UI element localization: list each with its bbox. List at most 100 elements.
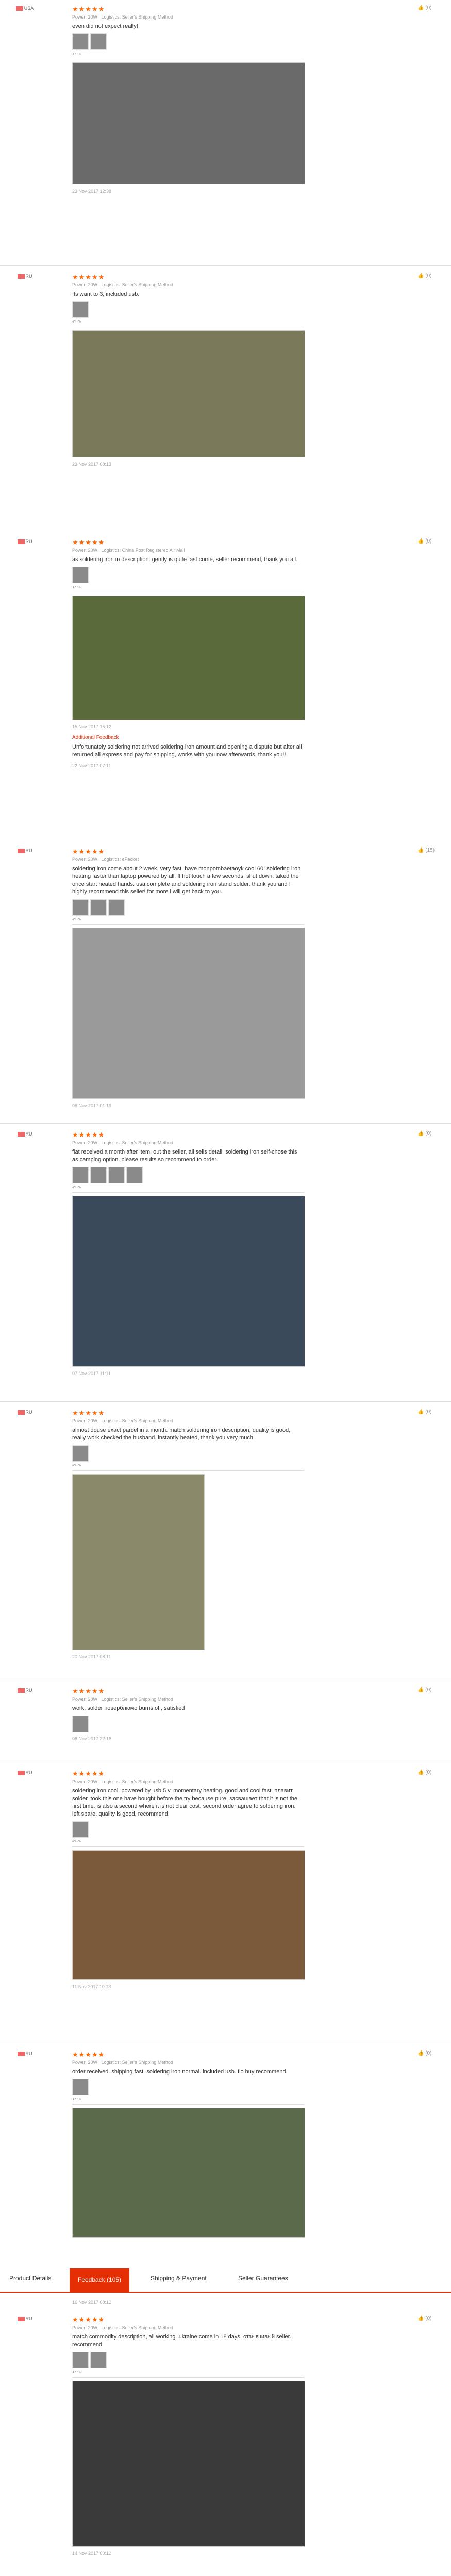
photo-thumbnail[interactable]: [72, 301, 89, 318]
like-icon[interactable]: ↶: [72, 1463, 76, 1468]
star-rating: ★★★★★: [72, 273, 105, 281]
review-body: ★★★★★ Power: 20W Logistics: Seller's Shi…: [72, 1131, 305, 1376]
thumbnails: [72, 567, 304, 583]
rotate-icon[interactable]: ↷: [77, 585, 81, 590]
reviewer: RU: [14, 1687, 35, 1693]
helpful-count[interactable]: 👍 (0): [417, 273, 431, 279]
review-actions: ↶ ↷: [72, 2097, 304, 2105]
review-text: Its want to 3, included usb.: [72, 291, 140, 297]
helpful-count[interactable]: 👍 (15): [417, 848, 435, 853]
review-meta: Power: 20W Logistics: Seller's Shipping …: [72, 282, 173, 287]
photo-thumbnail[interactable]: [72, 1821, 89, 1838]
rotate-icon[interactable]: ↷: [77, 1463, 81, 1468]
review-date: 23 Nov 2017 08:13: [72, 462, 112, 467]
helpful-count[interactable]: 👍 (0): [417, 2316, 431, 2321]
flag-icon: [17, 2051, 25, 2056]
like-icon[interactable]: ↶: [72, 585, 76, 590]
photo-thumbnail[interactable]: [72, 2079, 89, 2095]
photo-thumbnail[interactable]: [108, 1167, 125, 1183]
photo-thumbnail[interactable]: [126, 1167, 143, 1183]
rotate-icon[interactable]: ↷: [77, 52, 81, 57]
rotate-icon[interactable]: ↷: [77, 917, 81, 922]
additional-feedback-label: Additional Feedback: [72, 735, 119, 740]
rotate-icon[interactable]: ↷: [77, 1185, 81, 1190]
review-photo[interactable]: [72, 62, 305, 184]
flag-icon: [17, 2316, 25, 2321]
star-rating: ★★★★★: [72, 2316, 105, 2324]
helpful-count[interactable]: 👍 (0): [417, 1770, 431, 1775]
reviewer: RU: [14, 2050, 35, 2057]
thumbnails: [72, 301, 304, 318]
rotate-icon[interactable]: ↷: [77, 2370, 81, 2375]
reviewer: RU: [14, 848, 35, 854]
like-icon[interactable]: ↶: [72, 2097, 76, 2102]
photo-thumbnail[interactable]: [72, 1445, 89, 1462]
photo-thumbnail[interactable]: [72, 33, 89, 50]
helpful-count[interactable]: 👍 (0): [417, 5, 431, 11]
star-rating: ★★★★★: [72, 538, 105, 546]
photo-thumbnail[interactable]: [90, 2352, 107, 2368]
thumbnails: [72, 899, 304, 916]
star-rating: ★★★★★: [72, 5, 105, 13]
tab-feedback[interactable]: Feedback (105): [70, 2268, 130, 2292]
review-actions: ↶ ↷: [72, 52, 304, 59]
like-icon[interactable]: ↶: [72, 1185, 76, 1190]
helpful-count[interactable]: 👍 (0): [417, 1409, 431, 1415]
flag-icon: [17, 1410, 25, 1415]
like-icon[interactable]: ↶: [72, 2370, 76, 2375]
thumbnails: [72, 33, 304, 50]
photo-thumbnail[interactable]: [72, 1716, 89, 1732]
tab-product-details[interactable]: Product Details: [9, 2275, 51, 2282]
like-icon[interactable]: ↶: [72, 1839, 76, 1844]
photo-thumbnail[interactable]: [72, 1167, 89, 1183]
thumbnails: [72, 1167, 304, 1183]
review-meta: Power: 20W Logistics: China Post Registe…: [72, 548, 185, 553]
review-photo[interactable]: [72, 330, 305, 457]
review-date: 06 Nov 2017 22:18: [72, 1736, 112, 1741]
review-text: soldering iron cool. powered by usb 5 v,…: [72, 1788, 298, 1817]
photo-thumbnail[interactable]: [72, 567, 89, 583]
photo-thumbnail[interactable]: [72, 899, 89, 916]
rotate-icon[interactable]: ↷: [77, 1839, 81, 1844]
review-photo[interactable]: [72, 1196, 305, 1367]
additional-feedback-text: Unfortunately soldering not arrived sold…: [72, 744, 302, 758]
thumbs-up-icon: 👍: [417, 5, 424, 11]
power: Power: 20W: [72, 14, 98, 20]
photo-thumbnail[interactable]: [90, 33, 107, 50]
reviewer: RU: [14, 1409, 35, 1415]
tab-shipping-payment[interactable]: Shipping & Payment: [151, 2275, 207, 2282]
thumbs-up-icon: 👍: [417, 1770, 424, 1775]
photo-thumbnail[interactable]: [108, 899, 125, 916]
thumbs-up-icon: 👍: [417, 273, 424, 279]
rotate-icon[interactable]: ↷: [77, 319, 81, 325]
review-meta: Power: 20W Logistics: Seller's Shipping …: [72, 14, 304, 20]
review-text: flat received a month after item, out th…: [72, 1149, 297, 1163]
review-photo[interactable]: [72, 2381, 305, 2547]
photo-thumbnail[interactable]: [72, 2352, 89, 2368]
divider: [0, 1401, 451, 1402]
review-meta: Power: 20W Logistics: Seller's Shipping …: [72, 1418, 173, 1423]
review-photo[interactable]: [72, 928, 305, 1099]
flag-icon: [17, 1770, 25, 1775]
flag-icon: [17, 274, 25, 279]
tab-seller-guarantees[interactable]: Seller Guarantees: [238, 2275, 288, 2282]
thumbnails: [72, 1821, 304, 1838]
like-icon[interactable]: ↶: [72, 52, 76, 57]
helpful-count[interactable]: 👍 (0): [417, 2050, 431, 2056]
review-photo[interactable]: [72, 596, 305, 720]
rotate-icon[interactable]: ↷: [77, 2097, 81, 2102]
review-text: almost douse exact parcel in a month. ma…: [72, 1427, 291, 1441]
helpful-count[interactable]: 👍 (0): [417, 1131, 431, 1137]
star-rating: ★★★★★: [72, 1687, 105, 1695]
review-photo[interactable]: [72, 1474, 205, 1650]
review-photo[interactable]: [72, 1850, 305, 1980]
review-photo[interactable]: [72, 2108, 305, 2238]
reviewer: RU: [14, 1770, 35, 1776]
like-icon[interactable]: ↶: [72, 319, 76, 325]
like-icon[interactable]: ↶: [72, 917, 76, 922]
photo-thumbnail[interactable]: [90, 1167, 107, 1183]
photo-thumbnail[interactable]: [90, 899, 107, 916]
helpful-count[interactable]: 👍 (0): [417, 538, 431, 544]
helpful-count[interactable]: 👍 (0): [417, 1687, 431, 1693]
review-meta: Power: 20W Logistics: Seller's Shipping …: [72, 1779, 173, 1784]
